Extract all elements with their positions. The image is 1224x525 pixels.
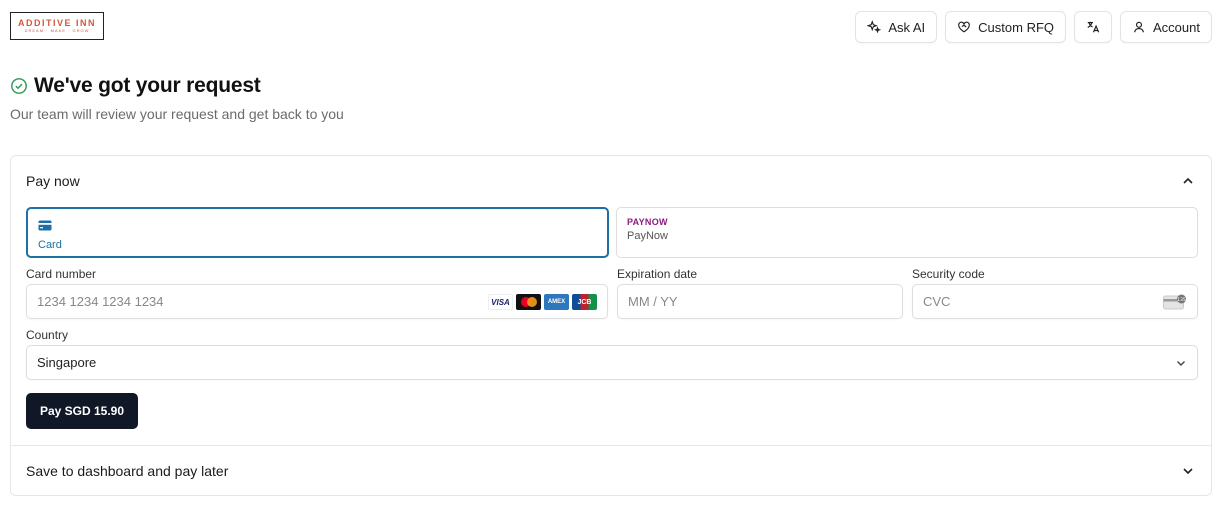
paynow-method-label: PayNow xyxy=(627,230,668,242)
pay-now-section-toggle[interactable]: Pay now xyxy=(11,156,1211,206)
pay-later-title: Save to dashboard and pay later xyxy=(26,462,229,479)
security-code-input[interactable]: CVC 135 xyxy=(912,284,1198,319)
translate-icon xyxy=(1087,21,1100,33)
user-icon xyxy=(1134,21,1144,33)
payment-method-paynow[interactable]: PAYNOW PayNow xyxy=(616,207,1198,258)
amex-icon: AMEX xyxy=(544,294,569,310)
pay-button[interactable]: Pay SGD 15.90 xyxy=(26,393,138,429)
cvc-card-icon: 135 xyxy=(1163,294,1186,310)
credit-card-icon xyxy=(38,220,52,231)
chevron-down-icon xyxy=(1183,467,1193,474)
jcb-icon: JCB xyxy=(572,294,597,310)
country-label: Country xyxy=(26,328,69,342)
page-subtitle: Our team will review your request and ge… xyxy=(10,106,344,122)
country-value: Singapore xyxy=(37,355,97,370)
custom-rfq-button[interactable]: Custom RFQ xyxy=(945,11,1067,43)
visa-icon: VISA xyxy=(488,294,513,310)
logo-text: ADDITIVE INN xyxy=(17,18,96,28)
account-button[interactable]: Account xyxy=(1120,11,1212,43)
heart-handshake-icon xyxy=(958,21,970,33)
brand-logo[interactable]: ADDITIVE INN DREAM · MAKE · GROW xyxy=(10,12,104,40)
ask-ai-button[interactable]: Ask AI xyxy=(855,11,938,43)
card-number-placeholder: 1234 1234 1234 1234 xyxy=(37,294,164,309)
payment-panel: Pay now Card PAYNOW PayNow Card number 1… xyxy=(10,155,1212,496)
expiration-placeholder: MM / YY xyxy=(628,294,678,309)
security-code-label: Security code xyxy=(912,267,985,281)
card-number-label: Card number xyxy=(26,267,97,281)
logo-tagline: DREAM · MAKE · GROW xyxy=(24,28,90,33)
expiration-input[interactable]: MM / YY xyxy=(617,284,903,319)
ask-ai-label: Ask AI xyxy=(888,19,926,35)
svg-text:135: 135 xyxy=(1177,297,1186,303)
language-button[interactable] xyxy=(1074,11,1113,43)
chevron-down-icon xyxy=(1177,361,1185,366)
top-actions: Ask AI Custom RFQ Account xyxy=(855,11,1212,43)
page-title: We've got your request xyxy=(34,74,261,97)
expiration-label: Expiration date xyxy=(617,267,698,281)
card-method-label: Card xyxy=(38,239,62,251)
country-select[interactable]: Singapore xyxy=(26,345,1198,380)
card-number-input[interactable]: 1234 1234 1234 1234 VISA AMEX JCB xyxy=(26,284,608,319)
pay-later-section-toggle[interactable]: Save to dashboard and pay later xyxy=(11,445,1211,495)
mastercard-icon xyxy=(516,294,541,310)
paynow-logo: PAYNOW xyxy=(627,217,668,227)
security-code-placeholder: CVC xyxy=(923,294,951,309)
payment-method-card[interactable]: Card xyxy=(26,207,609,258)
confirmation-header: We've got your request xyxy=(10,74,261,98)
check-circle-icon xyxy=(11,78,27,94)
custom-rfq-label: Custom RFQ xyxy=(978,19,1055,35)
pay-now-title: Pay now xyxy=(26,173,80,189)
card-brands: VISA AMEX JCB xyxy=(488,294,597,310)
sparkles-icon xyxy=(867,20,882,34)
account-label: Account xyxy=(1153,19,1200,35)
chevron-up-icon xyxy=(1183,177,1193,184)
